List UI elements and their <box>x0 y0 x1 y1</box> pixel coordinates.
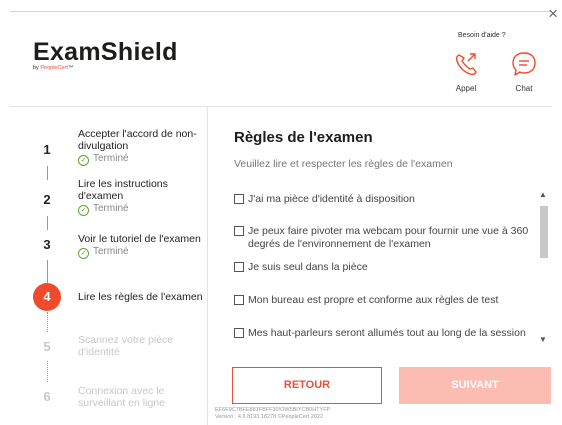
rule-text: J'ai ma pièce d'identité à disposition <box>248 193 415 205</box>
step-number: 2 <box>33 186 61 214</box>
step-connector <box>47 260 48 284</box>
step-connector <box>47 312 48 334</box>
rule-checkbox[interactable] <box>234 295 244 305</box>
version-text: Version : 4.6.8193.18278 ©PeopleCert 202… <box>215 414 324 420</box>
scroll-down-icon[interactable]: ▼ <box>539 335 547 344</box>
step-status: ✓ Terminé <box>78 203 206 216</box>
rule-text: Je suis seul dans la pièce <box>248 261 368 273</box>
step-status: ✓ Terminé <box>78 153 206 166</box>
step-status-text: Terminé <box>93 153 129 164</box>
chat-bubble-icon <box>504 50 544 80</box>
rule-checkbox[interactable] <box>234 262 244 272</box>
rule-checkbox[interactable] <box>234 226 244 236</box>
session-id: EF6E9C7BFE881FBFF30!OW5BIYCB0HTYFP <box>215 407 331 413</box>
step-content: Lire les instructions d'examen ✓ Terminé <box>78 178 206 216</box>
step-label: Lire les instructions d'examen <box>78 178 168 202</box>
rule-checkbox[interactable] <box>234 328 244 338</box>
scroll-thumb[interactable] <box>540 206 548 258</box>
step-status-text: Terminé <box>93 203 129 214</box>
step-number: 3 <box>33 231 61 259</box>
step-label: Scannez votre pièce d'identité <box>78 334 174 358</box>
step-content: Accepter l'accord de non-divulgation ✓ Te… <box>78 128 206 166</box>
step-label: Accepter l'accord de non-divulgation <box>78 128 197 152</box>
step-label: Voir le tutoriel de l'examen <box>78 233 201 245</box>
step-label: Lire les règles de l'examen <box>78 291 203 303</box>
next-button[interactable]: SUIVANT <box>399 367 551 404</box>
rule-text: Mon bureau est propre et conforme aux rè… <box>248 294 499 306</box>
step-number: 4 <box>33 283 61 311</box>
back-button[interactable]: RETOUR <box>232 367 382 404</box>
rule-text: Je peux faire pivoter ma webcam pour fou… <box>248 225 529 250</box>
header: ExamShield by PeopleCert™ Besoin d'aide … <box>10 12 552 106</box>
help-title: Besoin d'aide ? <box>458 32 506 39</box>
version-info: EF6E9C7BFE881FBFF30!OW5BIYCB0HTYFP Versi… <box>215 407 330 421</box>
step-connector <box>47 360 48 384</box>
header-divider <box>10 106 552 107</box>
step-connector <box>47 166 48 180</box>
page-subtitle: Veuillez lire et respecter les règles de… <box>234 158 453 170</box>
step-number: 6 <box>33 383 61 411</box>
step-number: 5 <box>33 333 61 361</box>
step-content: Voir le tutoriel de l'examen ✓ Terminé <box>78 233 206 259</box>
check-circle-icon: ✓ <box>78 155 89 166</box>
logo-brand: PeopleCert <box>40 65 68 71</box>
call-button[interactable]: Appel <box>446 50 486 93</box>
scroll-up-icon[interactable]: ▲ <box>539 190 547 199</box>
step-status: ✓ Terminé <box>78 246 206 259</box>
step-label: Connexion avec le surveillant en ligne <box>78 385 165 409</box>
chat-button[interactable]: Chat <box>504 50 544 93</box>
step-status-text: Terminé <box>93 246 129 257</box>
examshield-logo: ExamShield by PeopleCert™ <box>33 40 178 72</box>
logo-tm: ™ <box>67 65 74 71</box>
sidebar-divider <box>207 107 208 425</box>
rules-scrollbar[interactable]: ▲ ▼ <box>538 188 550 346</box>
rule-text: Mes haut-parleurs seront allumés tout au… <box>248 327 526 339</box>
logo-byline: by PeopleCert™ <box>33 65 178 72</box>
step-connector <box>47 216 48 230</box>
check-circle-icon: ✓ <box>78 205 89 216</box>
chat-label: Chat <box>515 84 533 93</box>
call-label: Appel <box>455 84 477 93</box>
rule-checkbox[interactable] <box>234 194 244 204</box>
logo-name: ExamShield <box>33 38 178 66</box>
phone-icon <box>446 50 486 80</box>
step-number: 1 <box>33 136 61 164</box>
page-title: Règles de l'examen <box>234 129 373 146</box>
check-circle-icon: ✓ <box>78 248 89 259</box>
